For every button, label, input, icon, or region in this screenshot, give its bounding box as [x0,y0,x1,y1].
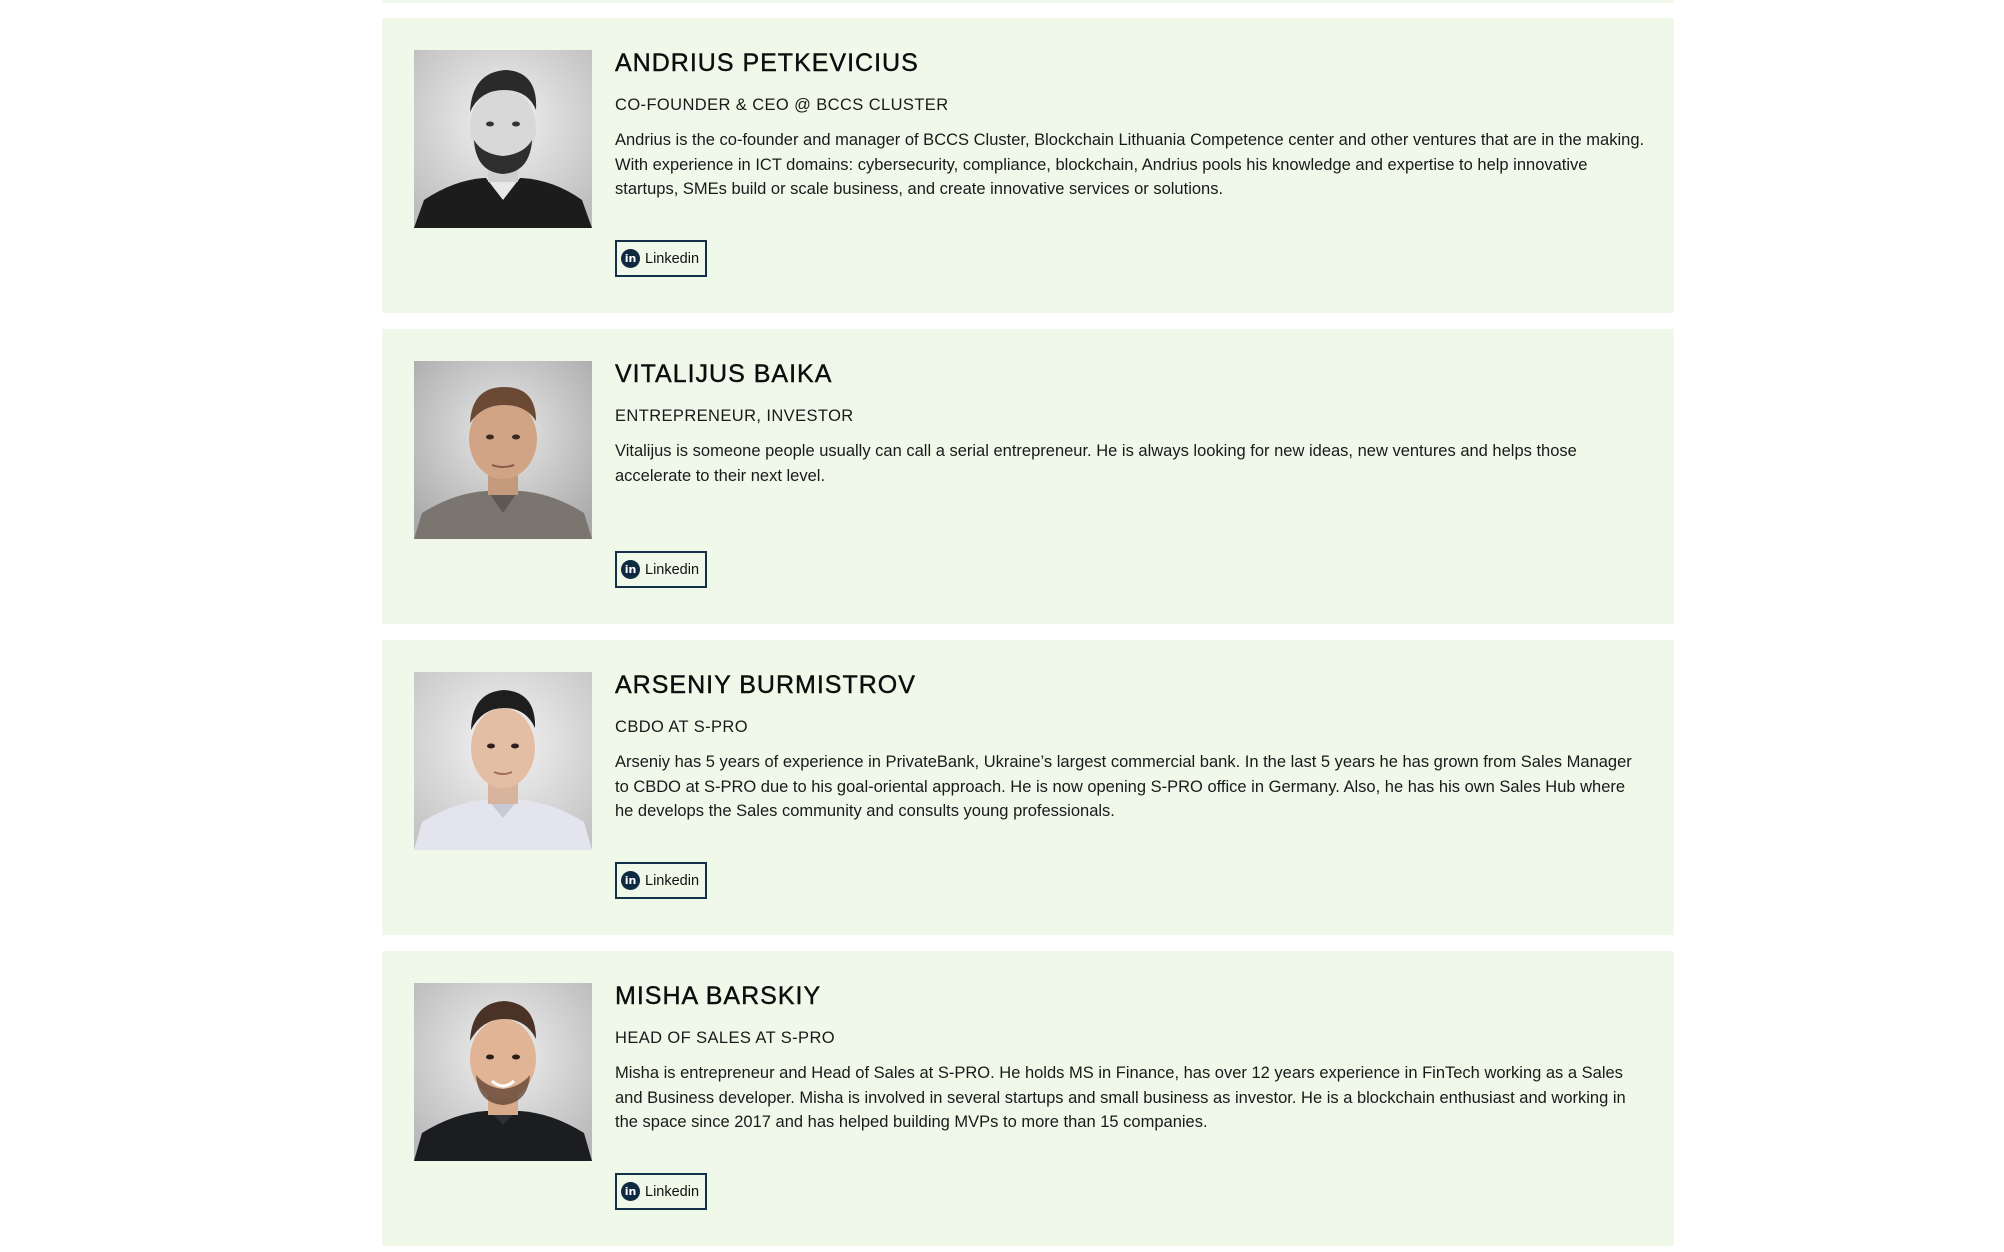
linkedin-button[interactable]: in Linkedin [615,1173,708,1210]
team-page: ANDRIUS PETKEVICIUS CO-FOUNDER & CEO @ B… [0,0,2004,1252]
profile-role: ENTREPRENEUR, INVESTOR [615,407,854,425]
linkedin-label: Linkedin [645,872,700,889]
profile-role: CO-FOUNDER & CEO @ BCCS CLUSTER [615,96,949,114]
profile-name: VITALIJUS BAIKA [615,360,833,388]
profile-name: ANDRIUS PETKEVICIUS [615,49,919,77]
linkedin-icon: in [621,1182,640,1201]
linkedin-button[interactable]: in Linkedin [615,551,708,588]
profile-name: ARSENIY BURMISTROV [615,671,916,699]
linkedin-button[interactable]: in Linkedin [615,862,708,899]
profile-bio: Arseniy has 5 years of experience in Pri… [615,753,1632,820]
profile-role: HEAD OF SALES AT S-PRO [615,1029,835,1047]
profile-content: MISHA BARSKIY HEAD OF SALES AT S-PRO Mis… [615,979,1645,1135]
previous-card-edge [382,0,1674,3]
linkedin-label: Linkedin [645,561,700,578]
profile-photo [414,50,592,228]
profile-card: MISHA BARSKIY HEAD OF SALES AT S-PRO Mis… [382,951,1674,1246]
profile-bio: Andrius is the co-founder and manager of… [615,131,1645,198]
linkedin-icon: in [621,871,640,890]
linkedin-icon: in [621,249,640,268]
profile-bio: Misha is entrepreneur and Head of Sales … [615,1064,1626,1131]
profile-photo [414,672,592,850]
profile-card: VITALIJUS BAIKA ENTREPRENEUR, INVESTOR V… [382,329,1674,624]
profile-card: ARSENIY BURMISTROV CBDO AT S-PRO Arseniy… [382,640,1674,935]
linkedin-icon: in [621,560,640,579]
linkedin-button[interactable]: in Linkedin [615,240,708,277]
profile-bio: Vitalijus is someone people usually can … [615,442,1577,485]
profile-name: MISHA BARSKIY [615,982,822,1010]
profile-content: ARSENIY BURMISTROV CBDO AT S-PRO Arseniy… [615,668,1645,824]
profile-content: ANDRIUS PETKEVICIUS CO-FOUNDER & CEO @ B… [615,46,1645,202]
profile-card: ANDRIUS PETKEVICIUS CO-FOUNDER & CEO @ B… [382,18,1674,313]
profile-role: CBDO AT S-PRO [615,718,748,736]
profile-content: VITALIJUS BAIKA ENTREPRENEUR, INVESTOR V… [615,357,1645,513]
linkedin-label: Linkedin [645,250,700,267]
profile-photo [414,983,592,1161]
linkedin-label: Linkedin [645,1183,700,1200]
profile-photo [414,361,592,539]
